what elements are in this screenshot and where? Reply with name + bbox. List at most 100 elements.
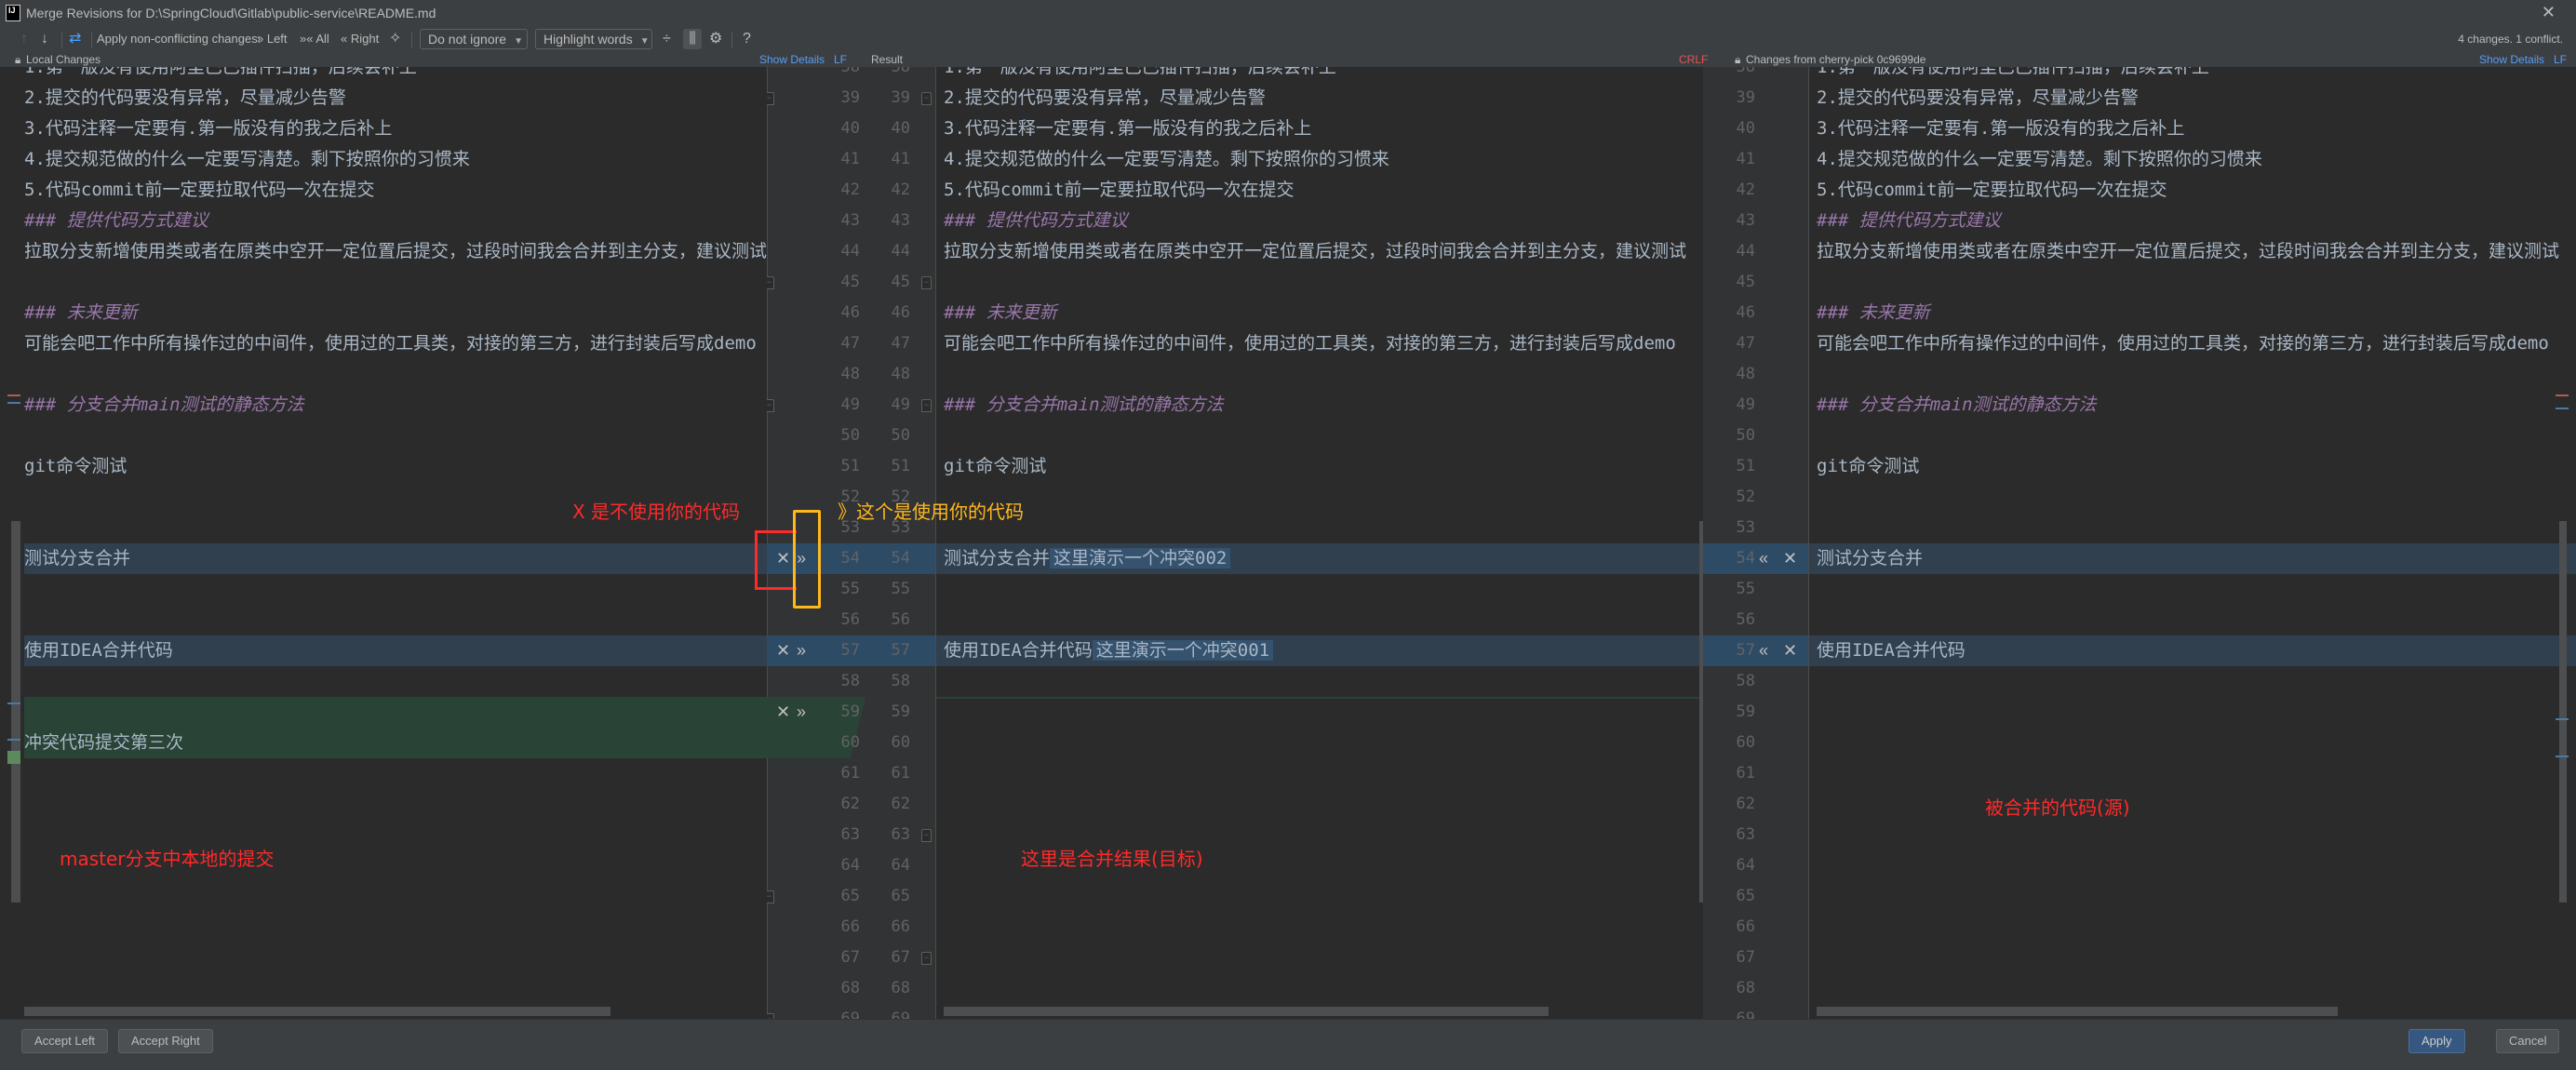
reject-change-icon[interactable]: ✕ bbox=[1783, 543, 1797, 574]
changes-status: 4 changes. 1 conflict. bbox=[2458, 33, 2563, 46]
right-show-details-link[interactable]: Show Details bbox=[2479, 52, 2544, 67]
result-editor[interactable]: 1.第一版没有使用阿里巴巴插件扫描，后续会补上 2.提交的代码要没有异常，尽量减… bbox=[936, 67, 1703, 1019]
line-number: 65 bbox=[1736, 887, 1755, 905]
line-number: 39 bbox=[1736, 88, 1755, 107]
line-text: 3.代码注释一定要有.第一版没有的我之后补上 bbox=[1817, 118, 2185, 139]
left-line-separator[interactable]: LF bbox=[834, 52, 847, 67]
line-number: 63 bbox=[1736, 825, 1755, 844]
code-line: 5.代码commit前一定要拉取代码一次在提交 bbox=[936, 175, 1703, 206]
line-number: 63 bbox=[840, 825, 860, 844]
left-editor[interactable]: 1.第一版没有使用阿里巴巴插件扫描，后续会补上 2.提交的代码要没有异常，尽量减… bbox=[0, 67, 767, 1019]
fold-marker-icon[interactable]: − bbox=[767, 276, 774, 289]
line-number: 50 bbox=[891, 426, 910, 445]
line-text: git命令测试 bbox=[944, 456, 1047, 476]
change-marker bbox=[7, 395, 20, 396]
resolve-conflicts-icon[interactable]: ⇄ bbox=[69, 26, 81, 52]
fold-marker-icon[interactable]: − bbox=[767, 399, 774, 412]
line-number: 69 bbox=[891, 1010, 910, 1019]
line-number: 61 bbox=[840, 764, 860, 782]
left-horizontal-scrollbar[interactable] bbox=[24, 1007, 610, 1016]
apply-all-button[interactable]: »« All bbox=[300, 26, 329, 52]
fold-marker-icon[interactable]: − bbox=[921, 829, 932, 842]
right-editor[interactable]: 1.第一版没有使用阿里巴巴插件扫描，后续会补上 2.提交的代码要没有异常，尽量减… bbox=[1809, 67, 2576, 1019]
apply-button[interactable]: Apply bbox=[2408, 1029, 2465, 1053]
left-vertical-scrollbar[interactable] bbox=[11, 521, 20, 903]
line-text: ### 提供代码方式建议 bbox=[944, 210, 1128, 231]
line-number: 69 bbox=[840, 1010, 860, 1019]
sync-scroll-icon[interactable]: ⫼ bbox=[683, 29, 702, 49]
result-panel-header: Result CRLF bbox=[856, 52, 1712, 67]
fold-marker-icon[interactable]: − bbox=[767, 890, 774, 903]
annotation-left-panel: master分支中本地的提交 bbox=[60, 848, 275, 870]
left-panel-title: Local Changes bbox=[26, 53, 101, 66]
apply-change-right-icon[interactable]: » bbox=[797, 697, 806, 728]
line-number: 47 bbox=[891, 334, 910, 353]
line-number: 62 bbox=[840, 795, 860, 813]
previous-difference-icon[interactable]: ↑ bbox=[20, 26, 28, 52]
accept-left-button[interactable]: Accept Left bbox=[21, 1029, 109, 1053]
change-marker bbox=[7, 402, 20, 404]
next-difference-icon[interactable]: ↓ bbox=[41, 26, 48, 52]
highlight-mode-select[interactable]: Highlight words ▼ bbox=[535, 29, 652, 49]
line-number: 46 bbox=[1736, 303, 1755, 322]
chevron-down-icon: ▼ bbox=[639, 36, 650, 47]
apply-change-left-icon[interactable]: « bbox=[1759, 543, 1768, 574]
fold-marker-icon[interactable]: − bbox=[921, 92, 932, 105]
accept-right-button[interactable]: Accept Right bbox=[118, 1029, 213, 1053]
apply-right-button[interactable]: « Right bbox=[341, 26, 379, 52]
fold-marker-icon[interactable]: − bbox=[921, 276, 932, 289]
line-number: 65 bbox=[891, 887, 910, 905]
code-line: 5.代码commit前一定要拉取代码一次在提交 bbox=[1809, 175, 2576, 206]
reject-change-icon[interactable]: ✕ bbox=[776, 697, 790, 728]
reject-change-icon[interactable]: ✕ bbox=[776, 635, 790, 666]
close-icon[interactable]: ✕ bbox=[2542, 3, 2556, 22]
line-number: 42 bbox=[1736, 181, 1755, 199]
fold-marker-icon[interactable]: − bbox=[921, 399, 932, 412]
conflict-line-57: 使用IDEA合并代码 bbox=[24, 635, 767, 666]
apply-change-left-icon[interactable]: « bbox=[1759, 635, 1768, 666]
ignore-whitespace-select[interactable]: Do not ignore ▼ bbox=[420, 29, 528, 49]
line-number: 61 bbox=[891, 764, 910, 782]
bottom-button-bar: Accept Left Accept Right Apply Cancel bbox=[0, 1019, 2576, 1070]
result-horizontal-scrollbar[interactable] bbox=[944, 1007, 1549, 1016]
cancel-button[interactable]: Cancel bbox=[2496, 1029, 2560, 1053]
line-text: 3.代码注释一定要有.第一版没有的我之后补上 bbox=[944, 118, 1312, 139]
conflict-line-54: 测试分支合并 这里演示一个冲突002 bbox=[936, 543, 1703, 574]
apply-change-right-icon[interactable]: » bbox=[797, 635, 806, 666]
magic-resolve-icon[interactable]: ✧ bbox=[389, 26, 401, 52]
line-number: 64 bbox=[1736, 856, 1755, 875]
line-number: 59 bbox=[840, 702, 860, 721]
fold-marker-icon[interactable]: − bbox=[767, 92, 774, 105]
line-number: 58 bbox=[840, 672, 860, 690]
line-number: 55 bbox=[891, 580, 910, 598]
apply-left-button[interactable]: » Left bbox=[257, 26, 288, 52]
code-line: ### 分支合并main测试的静态方法 bbox=[936, 390, 1703, 421]
line-text: 测试分支合并 bbox=[1817, 548, 1924, 568]
conflict-line-57: 使用IDEA合并代码 这里演示一个冲突001 bbox=[936, 635, 1703, 666]
fold-marker-icon[interactable]: − bbox=[921, 952, 932, 965]
right-horizontal-scrollbar[interactable] bbox=[1817, 1007, 2338, 1016]
line-text: 可能会吧工作中所有操作过的中间件，使用过的工具类，对接的第三方，进行封装后写成d… bbox=[1817, 333, 2549, 354]
collapse-unchanged-icon[interactable]: ÷ bbox=[663, 26, 671, 52]
line-number: 49 bbox=[840, 395, 860, 414]
code-line: 2.提交的代码要没有异常，尽量减少告警 bbox=[1809, 83, 2576, 114]
line-number: 44 bbox=[1736, 242, 1755, 261]
line-number: 45 bbox=[891, 273, 910, 291]
code-line: 拉取分支新增使用类或者在原类中空开一定位置后提交，过段时间我会合并到主分支，建议… bbox=[936, 236, 1703, 267]
result-line-separator[interactable]: CRLF bbox=[1679, 52, 1708, 67]
gear-icon[interactable]: ⚙ bbox=[709, 26, 722, 52]
line-text: 使用IDEA合并代码 bbox=[944, 640, 1093, 661]
reject-change-icon[interactable]: ✕ bbox=[1783, 635, 1797, 666]
help-icon[interactable]: ? bbox=[743, 26, 751, 52]
right-panel-header: 🔒︎ Changes from cherry-pick 0c9699de Sho… bbox=[1712, 52, 2576, 67]
line-number: 60 bbox=[840, 733, 860, 752]
left-show-details-link[interactable]: Show Details bbox=[759, 52, 825, 67]
line-number: 49 bbox=[891, 395, 910, 414]
toolbar-divider bbox=[731, 32, 732, 48]
right-line-separator[interactable]: LF bbox=[2554, 52, 2567, 67]
line-number: 56 bbox=[840, 610, 860, 629]
right-vertical-scrollbar[interactable] bbox=[2559, 521, 2567, 903]
line-number: 57 bbox=[891, 641, 910, 660]
line-number: 64 bbox=[840, 856, 860, 875]
apply-non-conflicting-label: Apply non-conflicting changes: bbox=[97, 32, 262, 46]
